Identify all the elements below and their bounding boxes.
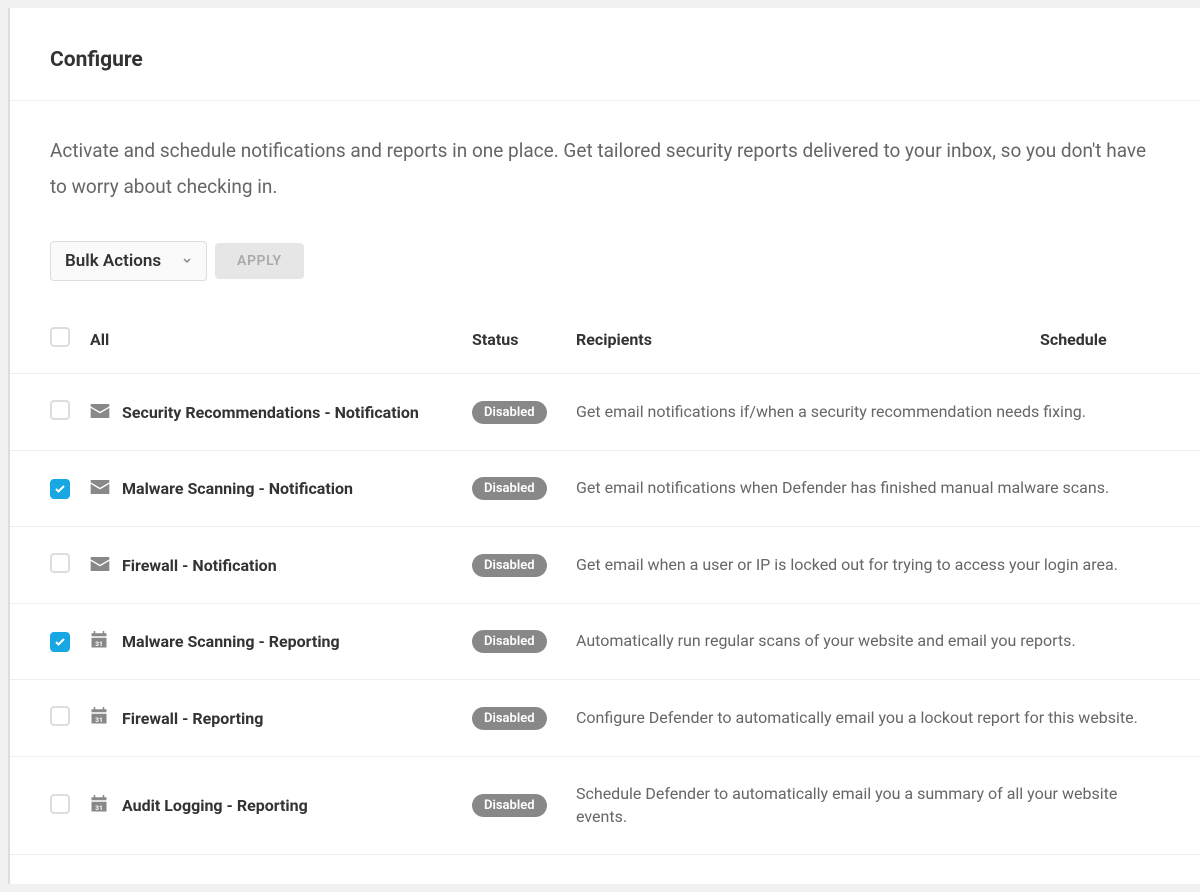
table-row-audit-report: 31 Audit Logging - Reporting Disabled Sc… <box>10 757 1200 855</box>
row-name: Firewall - Reporting <box>122 709 472 728</box>
configure-panel: Configure Activate and schedule notifica… <box>8 8 1200 884</box>
bulk-actions-select[interactable]: Bulk Actions <box>50 241 207 281</box>
table-row-sec-rec-notif: Security Recommendations - Notification … <box>10 374 1200 451</box>
status-badge: Disabled <box>472 477 547 500</box>
panel-header: Configure <box>10 8 1200 101</box>
table-row-malware-notif: Malware Scanning - Notification Disabled… <box>10 451 1200 527</box>
table-row-firewall-notif: Firewall - Notification Disabled Get ema… <box>10 527 1200 604</box>
status-badge: Disabled <box>472 401 547 424</box>
mail-icon <box>90 556 110 575</box>
row-description: Get email when a user or IP is locked ou… <box>576 554 1160 576</box>
calendar-icon: 31 <box>90 634 108 653</box>
row-name: Malware Scanning - Reporting <box>122 632 472 651</box>
row-description: Get email notifications when Defender ha… <box>576 477 1160 499</box>
row-name: Malware Scanning - Notification <box>122 479 472 498</box>
row-name: Security Recommendations - Notification <box>122 403 472 422</box>
column-header-all: All <box>90 330 472 349</box>
status-badge: Disabled <box>472 707 547 730</box>
row-name: Audit Logging - Reporting <box>122 796 472 815</box>
mail-icon <box>90 403 110 422</box>
column-header-status: Status <box>472 330 576 349</box>
bulk-controls: Bulk Actions APPLY <box>10 205 1200 281</box>
mail-icon <box>90 479 110 498</box>
status-badge: Disabled <box>472 630 547 653</box>
page-title: Configure <box>50 48 1160 72</box>
svg-text:31: 31 <box>95 716 103 724</box>
status-badge: Disabled <box>472 554 547 577</box>
row-checkbox-audit-report[interactable] <box>50 794 70 814</box>
svg-text:31: 31 <box>95 804 103 812</box>
row-checkbox-sec-rec-notif[interactable] <box>50 400 70 420</box>
row-checkbox-malware-notif[interactable] <box>50 479 70 499</box>
notifications-table: All Status Recipients Schedule Security … <box>10 309 1200 855</box>
table-row-firewall-report: 31 Firewall - Reporting Disabled Configu… <box>10 680 1200 757</box>
row-checkbox-firewall-notif[interactable] <box>50 553 70 573</box>
panel-intro: Activate and schedule notifications and … <box>10 101 1200 205</box>
svg-text:31: 31 <box>95 640 103 648</box>
row-description: Configure Defender to automatically emai… <box>576 707 1160 729</box>
row-description: Schedule Defender to automatically email… <box>576 783 1160 828</box>
row-description: Get email notifications if/when a securi… <box>576 401 1160 423</box>
row-checkbox-firewall-report[interactable] <box>50 706 70 726</box>
select-all-checkbox[interactable] <box>50 327 70 347</box>
row-name: Firewall - Notification <box>122 556 472 575</box>
table-header-row: All Status Recipients Schedule <box>10 309 1200 374</box>
status-badge: Disabled <box>472 794 547 817</box>
row-checkbox-malware-report[interactable] <box>50 632 70 652</box>
bulk-actions-wrap: Bulk Actions <box>50 241 207 281</box>
calendar-icon: 31 <box>90 710 108 729</box>
apply-button[interactable]: APPLY <box>215 243 304 279</box>
row-description: Automatically run regular scans of your … <box>576 630 1160 652</box>
column-header-schedule: Schedule <box>1040 330 1160 349</box>
table-row-malware-report: 31 Malware Scanning - Reporting Disabled… <box>10 604 1200 680</box>
column-header-recipients: Recipients <box>576 330 1040 349</box>
calendar-icon: 31 <box>90 798 108 817</box>
